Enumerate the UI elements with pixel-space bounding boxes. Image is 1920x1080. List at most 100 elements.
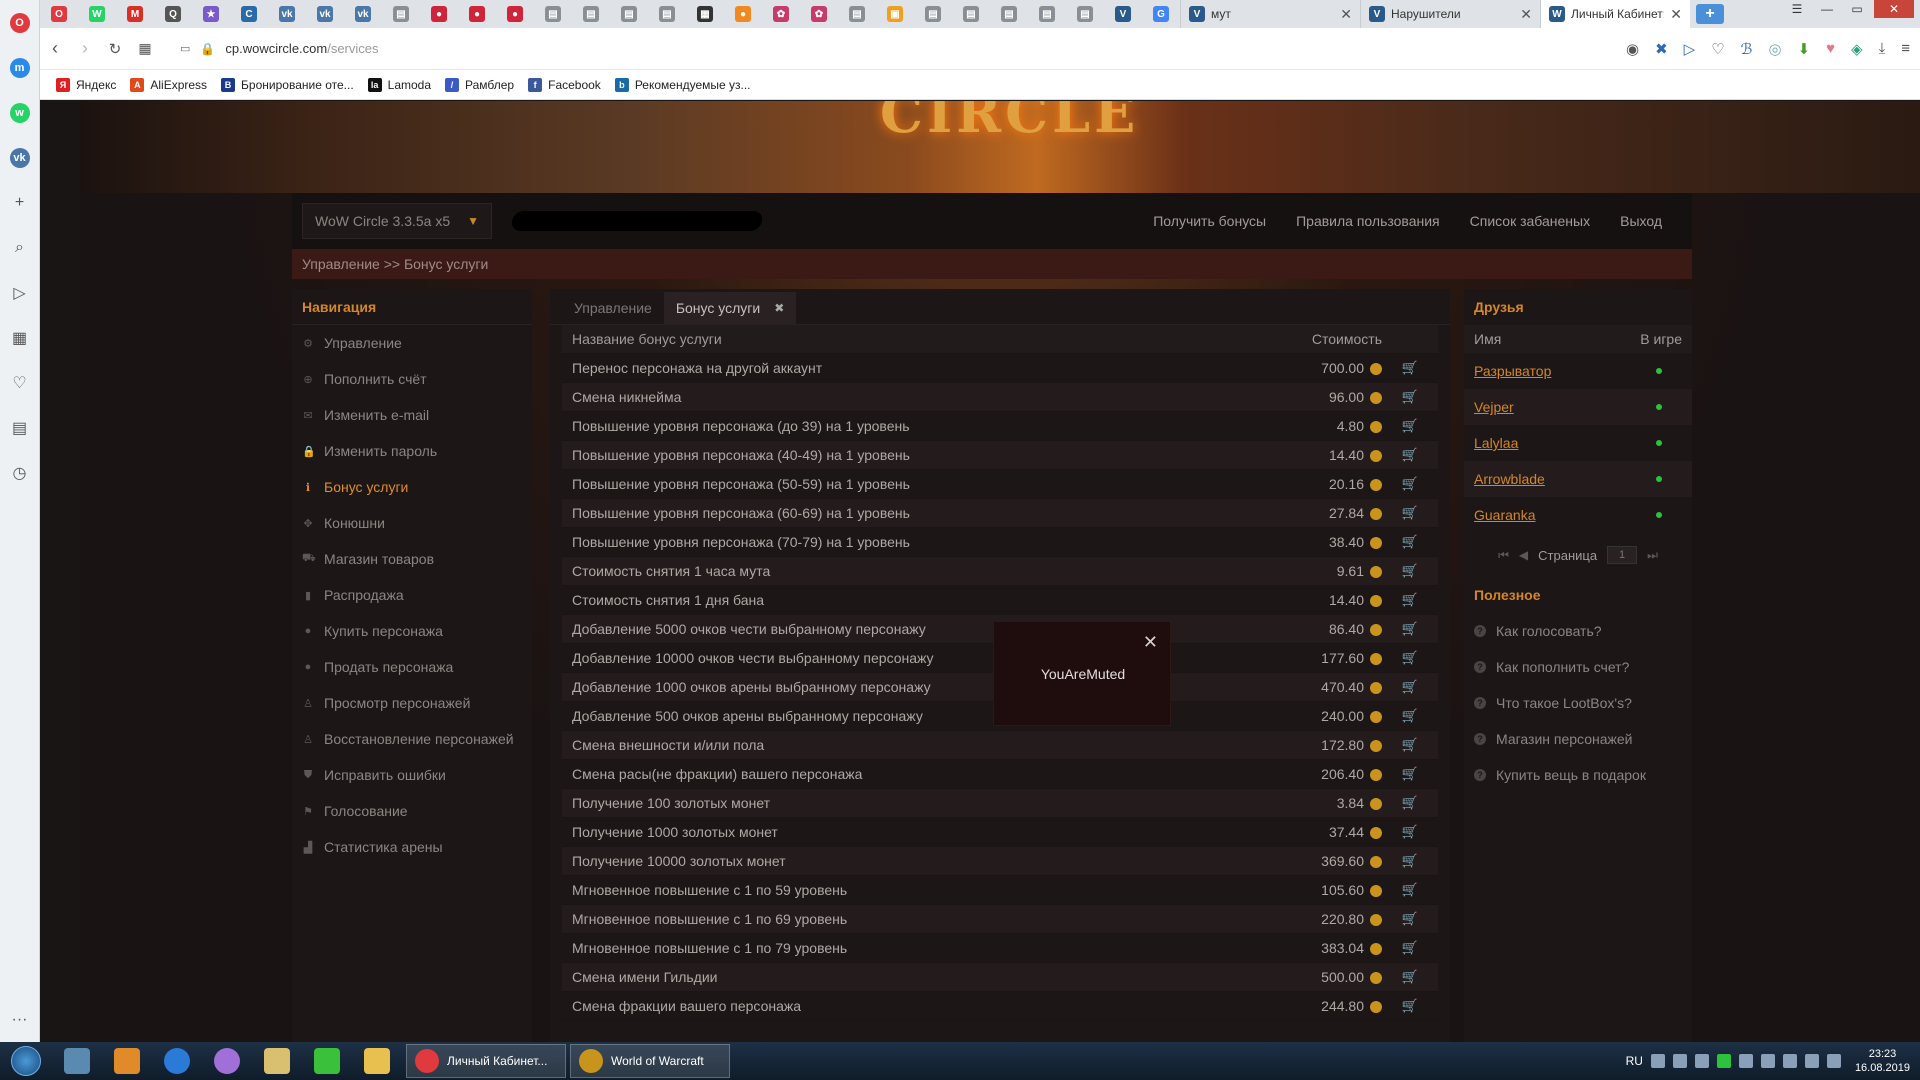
taskbar-pin-circle[interactable]: [202, 1043, 252, 1079]
browser-tab[interactable]: Vмут ✕: [1180, 0, 1360, 28]
url-field[interactable]: ▭ 🔒 cp.wowcircle.com/services: [180, 41, 379, 56]
send-icon[interactable]: ▷: [1684, 40, 1696, 58]
browser-tab[interactable]: ▦: [686, 0, 724, 28]
nav-item[interactable]: ● Купить персонажа: [292, 613, 532, 649]
browser-tab[interactable]: ●: [496, 0, 534, 28]
taskbar-pin-desktop[interactable]: [52, 1043, 102, 1079]
camera-icon[interactable]: ◉: [1626, 40, 1639, 58]
forward-button[interactable]: ›: [70, 38, 100, 59]
bookmark-item[interactable]: / Рамблер: [445, 77, 514, 92]
browser-tab[interactable]: ▤: [990, 0, 1028, 28]
browser-tab[interactable]: ●: [724, 0, 762, 28]
nav-item[interactable]: ⛊ Исправить ошибки: [292, 757, 532, 793]
tray-icon[interactable]: [1650, 1054, 1665, 1068]
heart-icon[interactable]: ♡: [1711, 40, 1724, 58]
useful-link[interactable]: ? Купить вещь в подарок: [1464, 757, 1692, 793]
taskbar-pin-a[interactable]: [302, 1043, 352, 1079]
bookmark-item[interactable]: b Рекомендуемые уз...: [614, 77, 751, 92]
cart-icon[interactable]: 🛒: [1382, 882, 1438, 898]
language-indicator[interactable]: RU: [1626, 1054, 1643, 1068]
sidebar-button[interactable]: ▦: [0, 315, 40, 360]
browser-tab[interactable]: ✿: [762, 0, 800, 28]
cart-icon[interactable]: 🛒: [1382, 563, 1438, 579]
clock[interactable]: 23:23 16.08.2019: [1855, 1047, 1910, 1075]
circle-icon[interactable]: ◎: [1768, 40, 1781, 58]
shield-icon[interactable]: ✖: [1655, 40, 1668, 58]
sidebar-button[interactable]: ▤: [0, 405, 40, 450]
cart-icon[interactable]: 🛒: [1382, 737, 1438, 753]
browser-tab[interactable]: M: [116, 0, 154, 28]
bookmark-item[interactable]: la Lamoda: [367, 77, 431, 92]
close-tab-icon[interactable]: ✕: [1520, 6, 1532, 23]
cart-icon[interactable]: 🛒: [1382, 853, 1438, 869]
top-link[interactable]: Получить бонусы: [1153, 213, 1266, 229]
browser-tab[interactable]: O: [40, 0, 78, 28]
bookmark-item[interactable]: Я Яндекс: [56, 77, 116, 92]
nav-item[interactable]: ♙ Восстановление персонажей: [292, 721, 532, 757]
taskbar-pin-ie[interactable]: [152, 1043, 202, 1079]
close-tab-icon[interactable]: ✕: [1340, 6, 1352, 23]
tray-icon[interactable]: [1672, 1054, 1687, 1068]
browser-tab[interactable]: V Нарушители ✕: [1360, 0, 1540, 28]
browser-tab[interactable]: ▤: [382, 0, 420, 28]
lock-icon[interactable]: 🔒: [200, 42, 215, 56]
nav-item[interactable]: ⚑ Голосование: [292, 793, 532, 829]
useful-link[interactable]: ? Как пополнить счет?: [1464, 649, 1692, 685]
nav-item[interactable]: ⊕ Пополнить счёт: [292, 361, 532, 397]
site-logo[interactable]: CIRCLE: [880, 101, 1139, 145]
nav-item[interactable]: ● Продать персонажа: [292, 649, 532, 685]
bookmark-item[interactable]: A AliExpress: [130, 77, 207, 92]
browser-tab[interactable]: ▣: [876, 0, 914, 28]
bookmark-item[interactable]: f Facebook: [528, 77, 601, 92]
browser-tab[interactable]: W Личный Кабинет: logo ✕: [1540, 0, 1690, 28]
start-button[interactable]: [0, 1042, 52, 1080]
volume-icon[interactable]: [1694, 1054, 1709, 1068]
cart-icon[interactable]: 🛒: [1382, 766, 1438, 782]
close-tab-icon[interactable]: ✖: [774, 301, 784, 315]
nav-item[interactable]: ✥ Конюшни: [292, 505, 532, 541]
close-icon[interactable]: ✕: [1143, 632, 1158, 653]
taskbar-pin-media[interactable]: [102, 1043, 152, 1079]
heart-ext-icon[interactable]: ♥: [1826, 40, 1835, 58]
page-input[interactable]: 1: [1607, 546, 1638, 564]
friend-name-link[interactable]: Arrowblade: [1474, 471, 1545, 487]
cart-icon[interactable]: 🛒: [1382, 824, 1438, 840]
cart-icon[interactable]: 🛒: [1382, 911, 1438, 927]
taskbar-window[interactable]: Личный Кабинет...: [406, 1044, 566, 1078]
next-page-icon[interactable]: ⏭: [1647, 548, 1658, 563]
top-link[interactable]: Выход: [1620, 213, 1662, 229]
bookmark-item[interactable]: B Бронирование оте...: [221, 77, 354, 92]
nav-item[interactable]: ℹ Бонус услуги: [292, 469, 532, 505]
cart-icon[interactable]: 🛒: [1382, 476, 1438, 492]
browser-tab[interactable]: W: [78, 0, 116, 28]
ext-icon[interactable]: ◈: [1851, 40, 1863, 58]
friend-name-link[interactable]: Разрыватор: [1474, 363, 1551, 379]
top-link[interactable]: Список забаненых: [1470, 213, 1590, 229]
useful-link[interactable]: ? Что такое LootBox's?: [1464, 685, 1692, 721]
nav-item[interactable]: ▮ Распродажа: [292, 577, 532, 613]
nav-item[interactable]: ▟ Статистика арены: [292, 829, 532, 865]
cart-icon[interactable]: 🛒: [1382, 505, 1438, 521]
sidebar-button[interactable]: +: [0, 180, 40, 225]
cart-icon[interactable]: 🛒: [1382, 679, 1438, 695]
cart-icon[interactable]: 🛒: [1382, 795, 1438, 811]
close-tab-icon[interactable]: ✕: [1670, 6, 1682, 23]
tray-icon[interactable]: [1716, 1054, 1731, 1068]
nav-item[interactable]: ✉ Изменить e-mail: [292, 397, 532, 433]
back-button[interactable]: ‹: [40, 38, 70, 59]
cart-icon[interactable]: 🛒: [1382, 969, 1438, 985]
browser-tab[interactable]: V: [1104, 0, 1142, 28]
friend-name-link[interactable]: Lalylaa: [1474, 435, 1518, 451]
browser-tab[interactable]: ▤: [610, 0, 648, 28]
downloads-icon[interactable]: ⤓: [1879, 40, 1886, 58]
browser-tab[interactable]: vk: [268, 0, 306, 28]
browser-tab[interactable]: C: [230, 0, 268, 28]
friend-name-link[interactable]: Vejper: [1474, 399, 1514, 415]
cart-icon[interactable]: 🛒: [1382, 940, 1438, 956]
cart-icon[interactable]: 🛒: [1382, 534, 1438, 550]
browser-tab[interactable]: ●: [458, 0, 496, 28]
cart-icon[interactable]: 🛒: [1382, 360, 1438, 376]
cart-icon[interactable]: 🛒: [1382, 418, 1438, 434]
browser-tab[interactable]: ▤: [1066, 0, 1104, 28]
nav-item[interactable]: ♙ Просмотр персонажей: [292, 685, 532, 721]
